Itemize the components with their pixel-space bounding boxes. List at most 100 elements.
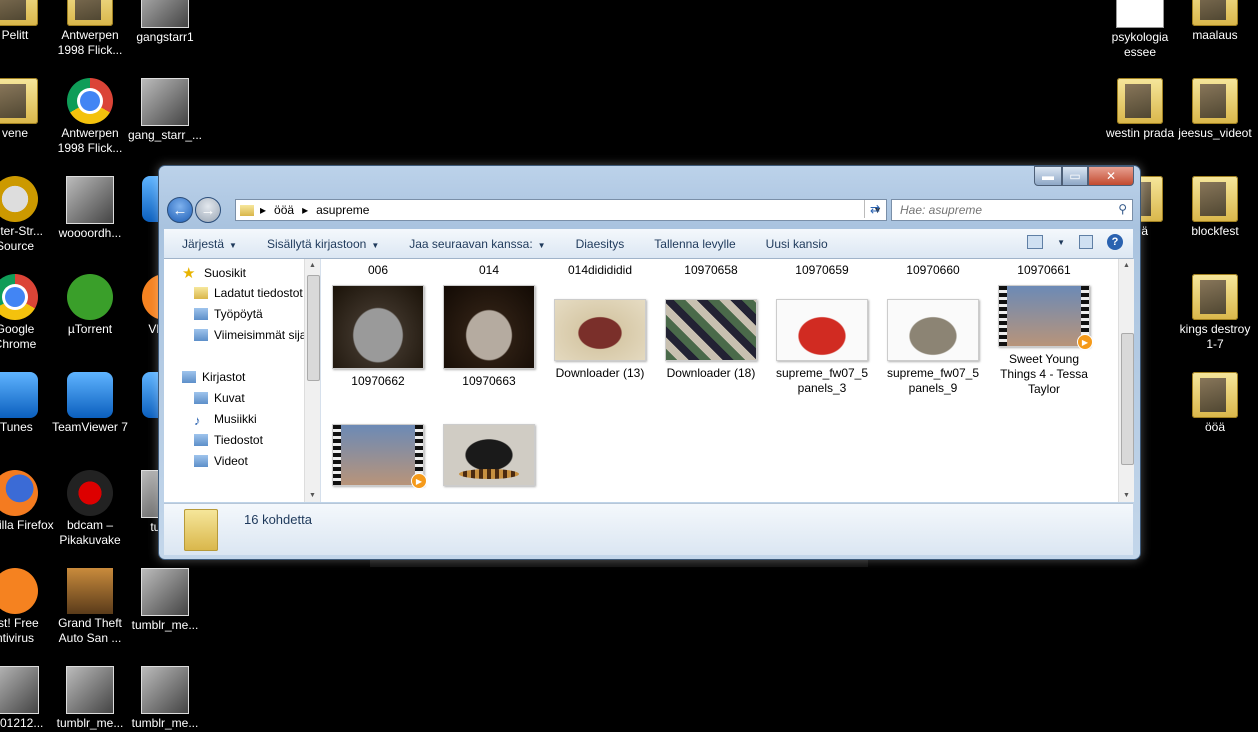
file-item[interactable]: Downloader (13): [548, 285, 652, 381]
desktop-icon-left-10[interactable]: µTorrent: [50, 274, 130, 337]
nav-item-downloads[interactable]: Ladatut tiedostot: [194, 286, 303, 300]
desktop-icon-right-7[interactable]: ööä: [1175, 372, 1255, 435]
desktop-icon-left-21[interactable]: _201212...: [0, 666, 55, 731]
scroll-down-arrow-icon[interactable]: ▼: [1123, 492, 1130, 499]
desktop-icon-right-5[interactable]: blockfest: [1175, 176, 1255, 239]
nav-label: Työpöytä: [214, 307, 263, 321]
desktop-icon-label: Grand Theft Auto San ...: [58, 616, 122, 645]
toolbar-button-4[interactable]: Tallenna levylle: [654, 237, 735, 251]
file-item[interactable]: 10970661: [992, 263, 1096, 278]
desktop-icon-left-4[interactable]: Antwerpen 1998 Flick...: [50, 78, 130, 156]
folder-icon: [240, 204, 254, 216]
view-dropdown-icon[interactable]: ▼: [1057, 238, 1065, 247]
search-input[interactable]: [898, 202, 1112, 218]
toolbar-button-1[interactable]: Sisällytä kirjastoon ▼: [267, 237, 379, 251]
scroll-up-arrow-icon[interactable]: ▲: [1123, 262, 1130, 269]
nav-item-documents[interactable]: Tiedostot: [194, 433, 263, 447]
toolbar-button-0[interactable]: Järjestä ▼: [182, 237, 237, 251]
desktop-icon-left-0[interactable]: Pelitt: [0, 0, 55, 43]
file-item[interactable]: supreme_fw07_5 panels_3: [770, 285, 874, 396]
desktop-icon-left-7[interactable]: woooordh...: [50, 176, 130, 241]
forward-button[interactable]: →: [195, 197, 221, 223]
search-box[interactable]: ⚲: [891, 199, 1133, 221]
file-item[interactable]: 006: [326, 263, 430, 278]
file-item[interactable]: 10970660: [881, 263, 985, 278]
folder-icon: [0, 78, 38, 124]
scroll-down-arrow-icon[interactable]: ▼: [309, 492, 316, 499]
nav-item-pictures[interactable]: Kuvat: [194, 391, 245, 405]
file-item[interactable]: 014didididid: [548, 263, 652, 278]
desktop-icon-left-15[interactable]: Mozilla Firefox: [0, 470, 55, 533]
desktop-icon-right-3[interactable]: jeesus_videot: [1175, 78, 1255, 141]
desktop-icon-left-3[interactable]: vene: [0, 78, 55, 141]
maximize-button[interactable]: ▭: [1062, 166, 1088, 186]
file-item[interactable]: 10970663: [437, 285, 541, 389]
preview-pane-icon[interactable]: [1079, 235, 1093, 249]
nav-scrollbar[interactable]: ▲ ▼: [304, 259, 320, 502]
change-view-icon[interactable]: [1027, 235, 1044, 249]
desktop-icon-left-13[interactable]: TeamViewer 7: [50, 372, 130, 435]
file-item[interactable]: 10970662: [326, 285, 430, 389]
search-icon[interactable]: ⚲: [1118, 202, 1127, 216]
desktop-icon-right-1[interactable]: maalaus: [1175, 0, 1255, 43]
close-button[interactable]: ✕: [1088, 166, 1134, 186]
back-button[interactable]: ←: [167, 197, 193, 223]
image-thumbnail: [443, 424, 535, 486]
minimize-button[interactable]: ▬: [1034, 166, 1062, 186]
breadcrumb-item[interactable]: ööä: [274, 203, 294, 217]
toolbar-button-5[interactable]: Uusi kansio: [766, 237, 828, 251]
nav-item-desktop[interactable]: Työpöytä: [194, 307, 263, 321]
file-item[interactable]: Downloader (18): [659, 285, 763, 381]
breadcrumb-item[interactable]: asupreme: [316, 203, 369, 217]
chevron-down-icon: ▼: [371, 240, 380, 250]
desktop-icon-right-6[interactable]: kings destroy 1-7: [1175, 274, 1255, 352]
desktop-icon-right-2[interactable]: westin prada: [1100, 78, 1180, 141]
nav-favorites[interactable]: ★ Suosikit: [182, 264, 246, 282]
desktop-icon-label: Pelitt: [1, 28, 29, 42]
nav-label: Kuvat: [214, 391, 245, 405]
file-item[interactable]: ▶ Sweet Young Things 4 - Tessa Taylor: [992, 285, 1096, 397]
desktop-icon-left-20[interactable]: tumblr_me...: [125, 568, 205, 633]
desktop-icon-label: Antwerpen 1998 Flick...: [57, 28, 123, 57]
explorer-window[interactable]: ▬ ▭ ✕ ← → ▸ ööä ▸ asupreme ▼ ⇄ ⚲ Järjest…: [158, 165, 1141, 560]
file-item[interactable]: 10970658: [659, 263, 763, 278]
desktop-icon-left-5[interactable]: gang_starr_...: [125, 78, 205, 143]
doc-icon: [1116, 0, 1164, 28]
file-item[interactable]: [437, 424, 541, 491]
file-item[interactable]: 10970659: [770, 263, 874, 278]
refresh-button[interactable]: ⇄: [864, 200, 885, 218]
breadcrumb-separator: ▸: [260, 203, 267, 217]
help-icon[interactable]: ?: [1107, 234, 1123, 250]
nav-item-videos[interactable]: Videot: [194, 454, 248, 468]
address-bar[interactable]: ▸ ööä ▸ asupreme ▼: [235, 199, 887, 221]
desktop-icon-left-9[interactable]: Google Chrome: [0, 274, 55, 352]
desktop-icon-label: maalaus: [1192, 28, 1238, 42]
desktop-icon-left-2[interactable]: gangstarr1: [125, 0, 205, 45]
file-item[interactable]: ▶: [326, 424, 430, 491]
navigation-pane: ★ Suosikit Ladatut tiedostot Työpöytä Vi…: [164, 259, 321, 502]
desktop-icon-left-18[interactable]: ast! Free ntivirus: [0, 568, 55, 646]
nav-libraries[interactable]: Kirjastot: [182, 370, 245, 384]
scrollbar-thumb[interactable]: [307, 275, 320, 381]
file-item[interactable]: 014: [437, 263, 541, 278]
toolbar-button-3[interactable]: Diaesitys: [576, 237, 625, 251]
file-item[interactable]: supreme_fw07_5 panels_9: [881, 285, 985, 396]
desktop-icon-left-23[interactable]: tumblr_me...: [125, 666, 205, 731]
desktop-icon-left-12[interactable]: iTunes: [0, 372, 55, 435]
desktop-icon-left-19[interactable]: Grand Theft Auto San ...: [50, 568, 130, 646]
avast-icon: [0, 568, 38, 614]
content-scrollbar[interactable]: ▲ ▼: [1118, 259, 1134, 502]
scroll-up-arrow-icon[interactable]: ▲: [309, 262, 316, 269]
videos-icon: [194, 455, 208, 467]
desktop-icon-left-1[interactable]: Antwerpen 1998 Flick...: [50, 0, 130, 58]
nav-item-music[interactable]: ♪ Musiikki: [194, 412, 257, 428]
desktop-icon-right-0[interactable]: psykologia essee: [1100, 0, 1180, 60]
file-label: 10970660: [906, 263, 960, 277]
toolbar-button-2[interactable]: Jaa seuraavan kanssa: ▼: [409, 237, 545, 251]
desktop-icon-label: _201212...: [0, 716, 44, 730]
desktop-icon-left-6[interactable]: unter-Str... Source: [0, 176, 55, 254]
nav-item-recent[interactable]: Viimeisimmät sijainnit: [194, 328, 320, 342]
desktop-icon-left-16[interactable]: bdcam – Pikakuvake: [50, 470, 130, 548]
scrollbar-thumb[interactable]: [1121, 333, 1134, 465]
desktop-icon-left-22[interactable]: tumblr_me...: [50, 666, 130, 731]
